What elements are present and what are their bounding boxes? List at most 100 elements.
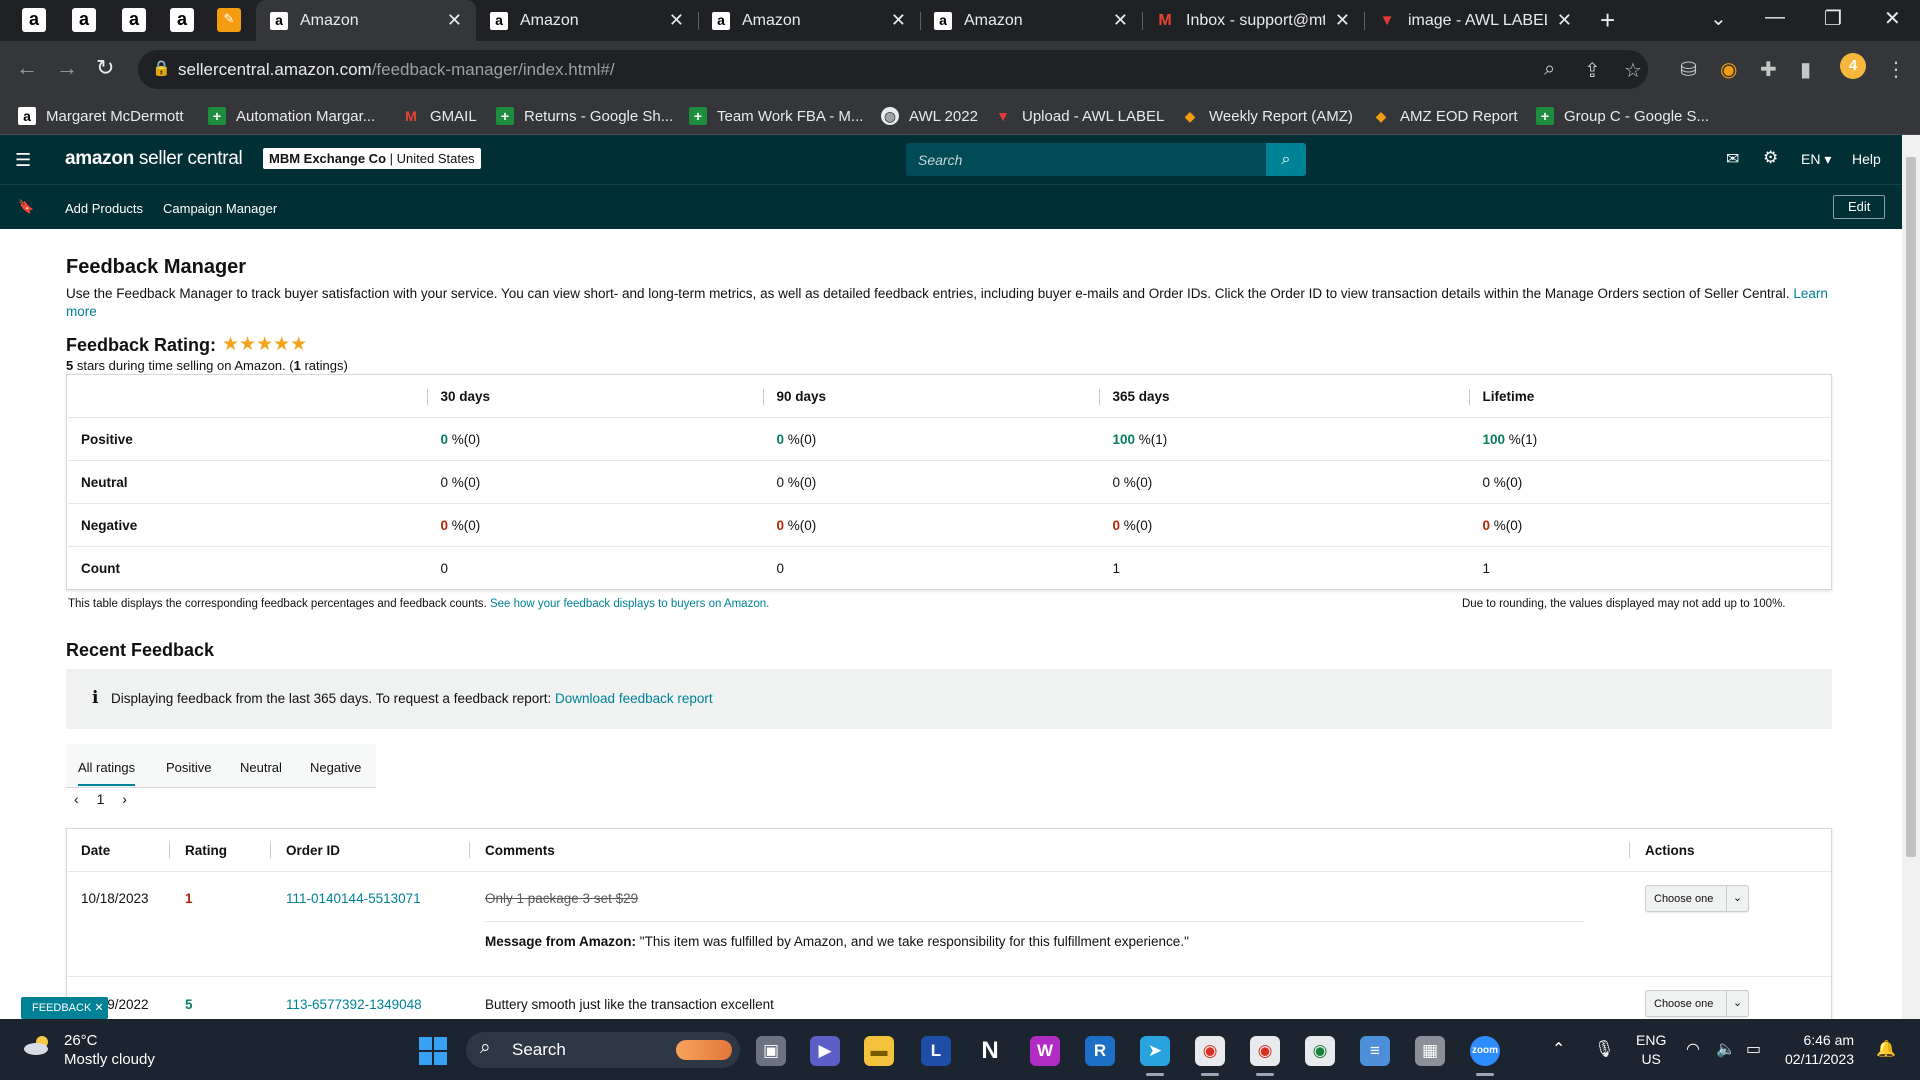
nav-campaign-manager[interactable]: Campaign Manager — [163, 201, 277, 216]
language-selector[interactable]: EN ▾ — [1801, 151, 1831, 168]
tab-neutral[interactable]: Neutral — [240, 760, 282, 775]
bookmark-star-icon[interactable]: ☆ — [1624, 58, 1642, 83]
w-app-icon[interactable]: W — [1030, 1036, 1060, 1066]
bookmark-item[interactable]: + Returns - Google Sh... — [496, 107, 673, 125]
lock-icon[interactable]: 🔒 — [152, 59, 171, 77]
close-tab-icon[interactable]: ✕ — [669, 10, 684, 31]
tab-positive[interactable]: Positive — [166, 760, 212, 775]
chevron-up-icon[interactable]: ⌃ — [1552, 1039, 1565, 1059]
notepad-icon[interactable]: ≡ — [1360, 1036, 1390, 1066]
close-tab-icon[interactable]: ✕ — [1113, 10, 1128, 31]
taskbar-search[interactable]: ⌕ Search — [466, 1032, 740, 1068]
search-input[interactable] — [906, 143, 1266, 176]
share-icon[interactable]: ⇪ — [1584, 58, 1601, 83]
telegram-icon[interactable]: ➤ — [1140, 1036, 1170, 1076]
tab-awl-label[interactable]: ▼ image - AWL LABEL ✕ — [1364, 0, 1586, 41]
seller-central-logo[interactable]: amazon seller central — [65, 148, 243, 170]
bookmark-item[interactable]: a Margaret McDermott — [18, 107, 184, 125]
microphone-icon[interactable]: 🎙 — [1594, 1039, 1614, 1059]
page-scrollbar[interactable] — [1902, 135, 1920, 1019]
profile-avatar[interactable]: 4 — [1840, 53, 1866, 79]
close-tab-icon[interactable]: ✕ — [1557, 10, 1572, 31]
chevron-right-icon[interactable]: › — [122, 791, 127, 807]
wifi-icon[interactable]: ◠ — [1686, 1039, 1700, 1059]
tab-all-ratings[interactable]: All ratings — [78, 760, 136, 786]
language-indicator[interactable]: ENG US — [1636, 1031, 1666, 1069]
close-tab-icon[interactable]: ✕ — [891, 10, 906, 31]
mail-icon[interactable]: ✉ — [1726, 149, 1739, 169]
close-tab-icon[interactable]: ✕ — [1335, 10, 1350, 31]
chrome-icon[interactable]: ◉ — [1195, 1036, 1225, 1076]
tab-negative[interactable]: Negative — [310, 760, 361, 775]
volume-icon[interactable]: 🔈 — [1716, 1039, 1736, 1059]
teams-icon[interactable]: ▶ — [810, 1036, 840, 1066]
l-app-icon[interactable]: L — [921, 1036, 951, 1066]
gear-icon[interactable]: ⚙ — [1763, 148, 1778, 168]
extension-icon[interactable]: ◉ — [1720, 57, 1737, 82]
tab-amazon[interactable]: a Amazon ✕ — [920, 0, 1142, 41]
zoom-icon[interactable]: zoom — [1470, 1036, 1500, 1076]
pinned-tab-tool[interactable]: ✎ — [217, 8, 241, 32]
address-bar[interactable]: 🔒 sellercentral.amazon.com/feedback-mana… — [138, 50, 1648, 89]
pinned-tab-amazon[interactable]: a — [22, 8, 46, 32]
hamburger-menu-icon[interactable]: ☰ — [15, 150, 31, 171]
download-report-link[interactable]: Download feedback report — [555, 691, 713, 706]
bookmark-icon[interactable]: 🔖 — [18, 199, 34, 215]
r-app-icon[interactable]: R — [1085, 1036, 1115, 1066]
action-select[interactable]: Choose one ⌄ — [1645, 885, 1749, 912]
notion-like-icon[interactable]: N — [975, 1036, 1005, 1066]
weather-widget[interactable]: 26°C Mostly cloudy — [64, 1031, 155, 1069]
restore-button[interactable]: ❐ — [1824, 6, 1842, 31]
extensions-puzzle-icon[interactable]: ✚ — [1760, 57, 1777, 82]
new-tab-button[interactable]: + — [1600, 5, 1615, 36]
file-explorer-icon[interactable]: ▬ — [864, 1036, 894, 1066]
pinned-tab-amazon[interactable]: a — [72, 8, 96, 32]
tab-search-icon[interactable]: ⌄ — [1710, 6, 1727, 31]
nav-add-products[interactable]: Add Products — [65, 201, 143, 216]
tab-amazon[interactable]: a Amazon ✕ — [698, 0, 920, 41]
battery-icon[interactable]: ▭ — [1746, 1039, 1761, 1059]
edit-nav-button[interactable]: Edit — [1833, 195, 1886, 219]
extension-icon[interactable]: ⛁ — [1680, 57, 1697, 82]
reload-icon[interactable]: ↻ — [96, 55, 114, 81]
zoom-icon[interactable]: ⌕ — [1544, 58, 1555, 81]
help-link[interactable]: Help — [1852, 151, 1881, 167]
bookmark-item[interactable]: + Team Work FBA - M... — [689, 107, 863, 125]
menu-icon[interactable]: ⋮ — [1886, 57, 1906, 82]
feedback-button[interactable]: FEEDBACK ✕ — [21, 997, 108, 1019]
table-cell: 0 %(0) — [762, 460, 1099, 504]
bookmark-item[interactable]: ◍ AWL 2022 — [881, 107, 978, 125]
search-button[interactable]: ⌕ — [1266, 143, 1306, 176]
tab-amazon[interactable]: a Amazon ✕ — [476, 0, 698, 41]
tab-gmail[interactable]: M Inbox - support@mt ✕ — [1142, 0, 1364, 41]
minimize-button[interactable]: — — [1765, 6, 1785, 29]
pinned-tab-amazon[interactable]: a — [122, 8, 146, 32]
clock[interactable]: 6:46 am 02/11/2023 — [1785, 1031, 1854, 1069]
pinned-tab-amazon[interactable]: a — [170, 8, 194, 32]
side-panel-icon[interactable]: ▮ — [1800, 57, 1811, 82]
close-window-button[interactable]: ✕ — [1884, 6, 1901, 31]
account-switcher[interactable]: MBM Exchange Co | United States — [263, 148, 481, 169]
notification-bell-icon[interactable]: 🔔 — [1876, 1039, 1896, 1059]
tab-amazon-active[interactable]: a Amazon ✕ — [256, 0, 476, 41]
windows-start-icon[interactable] — [419, 1037, 447, 1065]
bookmark-item[interactable]: M GMAIL — [402, 107, 477, 125]
bookmark-item[interactable]: ◆ Weekly Report (AMZ) — [1181, 107, 1353, 125]
bookmark-item[interactable]: + Automation Margar... — [208, 107, 375, 125]
close-tab-icon[interactable]: ✕ — [447, 10, 462, 31]
task-view-icon[interactable]: ▣ — [756, 1036, 786, 1066]
chrome-icon[interactable]: ◉ — [1305, 1036, 1335, 1066]
forward-icon[interactable]: → — [56, 55, 78, 81]
back-icon[interactable]: ← — [16, 55, 38, 81]
action-select[interactable]: Choose one ⌄ — [1645, 990, 1749, 1017]
bookmark-item[interactable]: ◆ AMZ EOD Report — [1372, 107, 1518, 125]
buyer-view-link[interactable]: See how your feedback displays to buyers… — [490, 598, 769, 610]
chevron-left-icon[interactable]: ‹ — [74, 791, 79, 807]
bookmark-item[interactable]: + Group C - Google S... — [1536, 107, 1709, 125]
bookmark-item[interactable]: ▼ Upload - AWL LABEL — [994, 107, 1164, 125]
calculator-icon[interactable]: ▦ — [1415, 1036, 1445, 1066]
page-number[interactable]: 1 — [97, 791, 105, 807]
order-id-link[interactable]: 111-0140144-5513071 — [286, 891, 421, 906]
order-id-link[interactable]: 113-6577392-1349048 — [286, 997, 422, 1012]
chrome-icon[interactable]: ◉ — [1250, 1036, 1280, 1076]
